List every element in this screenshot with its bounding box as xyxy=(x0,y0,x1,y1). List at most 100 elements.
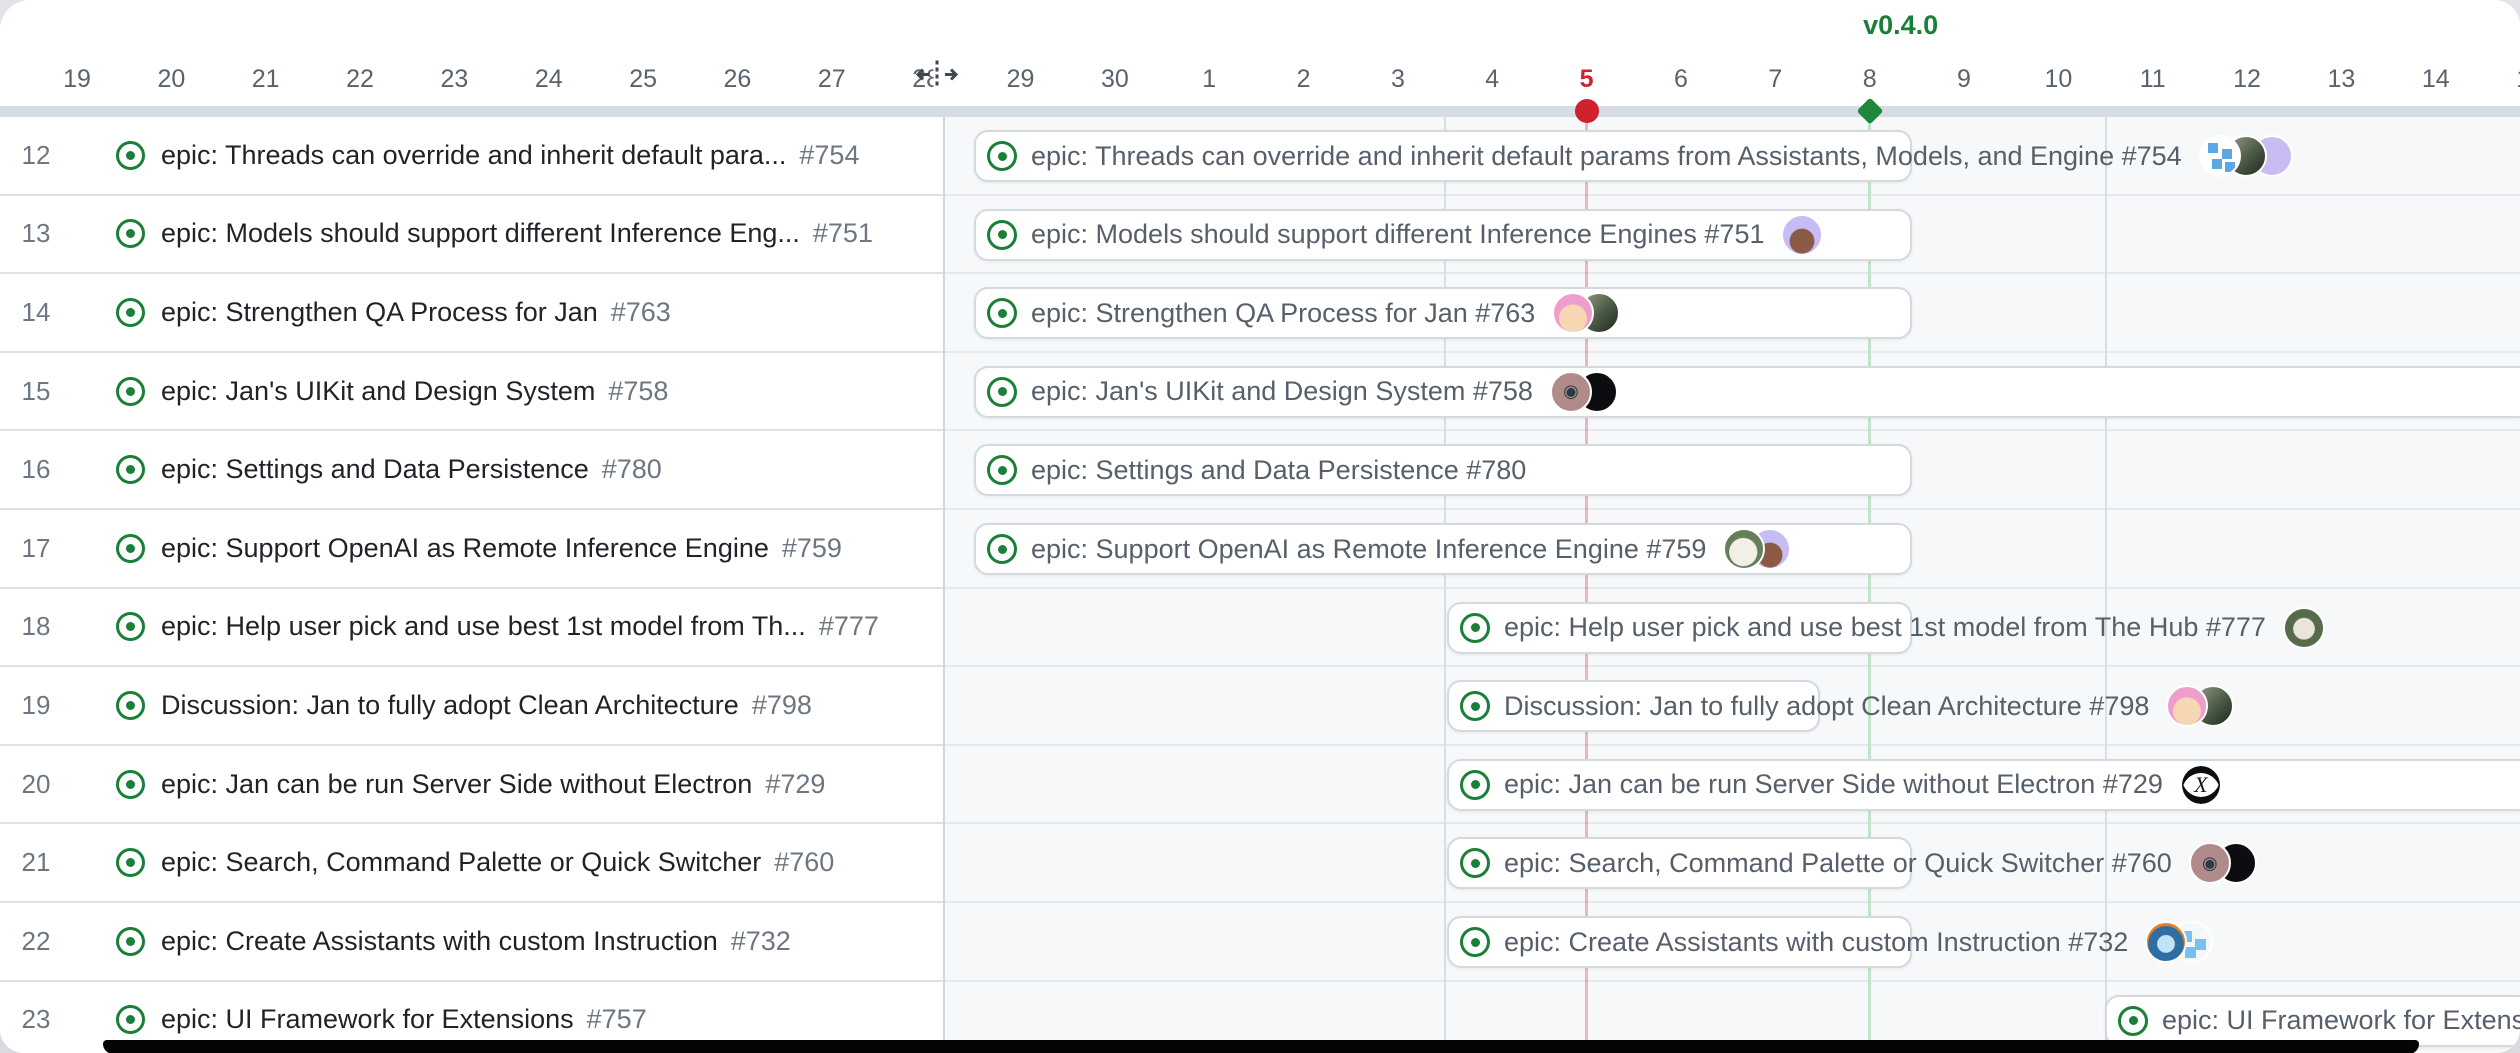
gantt-bar-754[interactable]: epic: Threads can override and inherit d… xyxy=(974,130,1912,182)
gantt-bar-751[interactable]: epic: Models should support different In… xyxy=(974,209,1912,261)
issue-title[interactable]: epic: Jan's UIKit and Design System xyxy=(161,376,595,407)
issue-number[interactable]: #780 xyxy=(602,454,662,485)
table-row-13[interactable]: 13epic: Models should support different … xyxy=(0,196,943,275)
issue-table-panel: 12epic: Threads can override and inherit… xyxy=(0,117,945,1053)
issue-number[interactable]: #732 xyxy=(731,926,791,957)
gantt-bar-title[interactable]: epic: Models should support different In… xyxy=(1031,219,1764,250)
table-row-21[interactable]: 21 epic: Search, Command Palette or Quick… xyxy=(0,824,943,903)
column-resize-cursor-icon xyxy=(914,59,960,96)
open-issue-icon xyxy=(1460,613,1490,643)
mauve-eye-avatar[interactable]: ◉ xyxy=(1550,371,1592,413)
assignee-avatars xyxy=(1781,214,1823,256)
milestone-label[interactable]: v0.4.0 xyxy=(1863,10,1938,41)
open-issue-icon xyxy=(987,377,1017,407)
gantt-bar-title[interactable]: epic: Search, Command Palette or Quick S… xyxy=(1504,848,2172,879)
mauve-eye-avatar[interactable]: ◉ xyxy=(2189,842,2231,884)
issue-number[interactable]: #760 xyxy=(774,847,834,878)
table-row-22[interactable]: 22epic: Create Assistants with custom In… xyxy=(0,903,943,982)
open-issue-icon xyxy=(116,534,145,563)
day-label-1: 1 xyxy=(1202,62,1216,96)
assignee-avatars xyxy=(2283,607,2325,649)
gantt-bar-content: Discussion: Jan to fully adopt Clean Arc… xyxy=(1447,680,2234,732)
issue-title[interactable]: epic: Help user pick and use best 1st mo… xyxy=(161,611,806,642)
issue-number[interactable]: #758 xyxy=(608,376,668,407)
issue-title[interactable]: epic: UI Framework for Extensions xyxy=(161,1004,574,1035)
issue-title[interactable]: epic: Settings and Data Persistence xyxy=(161,454,589,485)
gantt-bar-title[interactable]: epic: Settings and Data Persistence #780 xyxy=(1031,455,1526,486)
row-number: 16 xyxy=(0,454,72,485)
gantt-bar-760[interactable]: epic: Search, Command Palette or Quick S… xyxy=(1447,837,1912,889)
day-label-13: 13 xyxy=(2327,62,2355,96)
gantt-bar-732[interactable]: epic: Create Assistants with custom Inst… xyxy=(1447,916,1912,968)
open-issue-icon xyxy=(1460,770,1490,800)
gantt-bar-729[interactable]: epic: Jan can be run Server Side without… xyxy=(1447,759,2520,811)
table-row-14[interactable]: 14 epic: Strengthen QA Process for Jan #76… xyxy=(0,274,943,353)
gantt-bar-title[interactable]: epic: Jan's UIKit and Design System #758 xyxy=(1031,376,1533,407)
day-label-3: 3 xyxy=(1391,62,1405,96)
day-label-9: 9 xyxy=(1957,62,1971,96)
issue-title[interactable]: epic: Jan can be run Server Side without… xyxy=(161,769,752,800)
gantt-bar-798[interactable]: Discussion: Jan to fully adopt Clean Arc… xyxy=(1447,680,1820,732)
gantt-bar-title[interactable]: epic: Threads can override and inherit d… xyxy=(1031,141,2182,172)
day-label-30: 30 xyxy=(1101,62,1129,96)
issue-number[interactable]: #757 xyxy=(587,1004,647,1035)
gantt-bar-777[interactable]: epic: Help user pick and use best 1st mo… xyxy=(1447,602,1912,654)
day-label-11: 11 xyxy=(2140,62,2166,96)
identicon-blue-avatar[interactable] xyxy=(2199,135,2241,177)
row-number: 18 xyxy=(0,611,72,642)
gantt-bar-title[interactable]: epic: Strengthen QA Process for Jan #763 xyxy=(1031,298,1535,329)
issue-title[interactable]: epic: Strengthen QA Process for Jan xyxy=(161,297,598,328)
row-number: 14 xyxy=(0,297,72,328)
issue-number[interactable]: #754 xyxy=(799,140,859,171)
gantt-bar-content: epic: Jan can be run Server Side without… xyxy=(1447,759,2222,811)
issue-title[interactable]: epic: Models should support different In… xyxy=(161,218,800,249)
gantt-bar-780[interactable]: epic: Settings and Data Persistence #780 xyxy=(974,444,1912,496)
table-row-16[interactable]: 16 epic: Settings and Data Persistence #78… xyxy=(0,431,943,510)
table-row-20[interactable]: 20epic: Jan can be run Server Side witho… xyxy=(0,746,943,825)
issue-title[interactable]: Discussion: Jan to fully adopt Clean Arc… xyxy=(161,690,739,721)
assignee-avatars: X xyxy=(2180,764,2222,806)
gantt-bar-759[interactable]: epic: Support OpenAI as Remote Inference… xyxy=(974,523,1912,575)
table-row-17[interactable]: 17 epic: Support OpenAI as Remote Inferen… xyxy=(0,510,943,589)
open-issue-icon xyxy=(116,298,145,327)
issue-number[interactable]: #777 xyxy=(819,611,879,642)
gantt-bar-757[interactable]: epic: UI Framework for Extensions #757 xyxy=(2105,995,2520,1047)
issue-number[interactable]: #763 xyxy=(611,297,671,328)
table-row-19[interactable]: 19Discussion: Jan to fully adopt Clean A… xyxy=(0,667,943,746)
issue-number[interactable]: #729 xyxy=(765,769,825,800)
issue-title[interactable]: epic: Threads can override and inherit d… xyxy=(161,140,786,171)
table-row-18[interactable]: 18 epic: Help user pick and use best 1st … xyxy=(0,589,943,668)
today-marker-dot xyxy=(1575,99,1599,123)
gantt-bar-763[interactable]: epic: Strengthen QA Process for Jan #763 xyxy=(974,287,1912,339)
open-issue-icon xyxy=(116,377,145,406)
row-number: 17 xyxy=(0,533,72,564)
issue-title[interactable]: epic: Create Assistants with custom Inst… xyxy=(161,926,718,957)
x-script-avatar[interactable]: X xyxy=(2180,764,2222,806)
open-issue-icon xyxy=(987,220,1017,250)
gantt-bar-title[interactable]: epic: UI Framework for Extensions #757 xyxy=(2162,1005,2520,1036)
bottom-black-bar xyxy=(103,1040,2419,1053)
issue-number[interactable]: #759 xyxy=(782,533,842,564)
issue-title[interactable]: epic: Support OpenAI as Remote Inference… xyxy=(161,533,769,564)
open-issue-icon xyxy=(116,219,145,248)
day-label-14: 14 xyxy=(2422,62,2450,96)
issue-number[interactable]: #751 xyxy=(813,218,873,249)
day-label-20: 20 xyxy=(157,62,185,96)
gantt-bar-title[interactable]: epic: Support OpenAI as Remote Inference… xyxy=(1031,534,1706,565)
table-row-12[interactable]: 12epic: Threads can override and inherit… xyxy=(0,117,943,196)
purple-person-avatar[interactable] xyxy=(1781,214,1823,256)
open-issue-icon xyxy=(987,141,1017,171)
gantt-bar-title[interactable]: epic: Help user pick and use best 1st mo… xyxy=(1504,612,2266,643)
day-label-29: 29 xyxy=(1007,62,1035,96)
gantt-bar-title[interactable]: epic: Create Assistants with custom Inst… xyxy=(1504,927,2128,958)
issue-number[interactable]: #798 xyxy=(752,690,812,721)
table-row-15[interactable]: 15epic: Jan's UIKit and Design System#75… xyxy=(0,353,943,432)
cat-color-avatar[interactable] xyxy=(2145,921,2187,963)
gantt-bar-title[interactable]: Discussion: Jan to fully adopt Clean Arc… xyxy=(1504,691,2149,722)
gantt-bar-758[interactable]: epic: Jan's UIKit and Design System #758… xyxy=(974,366,2520,418)
gantt-bar-title[interactable]: epic: Jan can be run Server Side without… xyxy=(1504,769,2163,800)
issue-title[interactable]: epic: Search, Command Palette or Quick S… xyxy=(161,847,761,878)
day-label-10: 10 xyxy=(2044,62,2072,96)
cat-green-avatar[interactable] xyxy=(2283,607,2325,649)
row-number: 21 xyxy=(0,847,72,878)
